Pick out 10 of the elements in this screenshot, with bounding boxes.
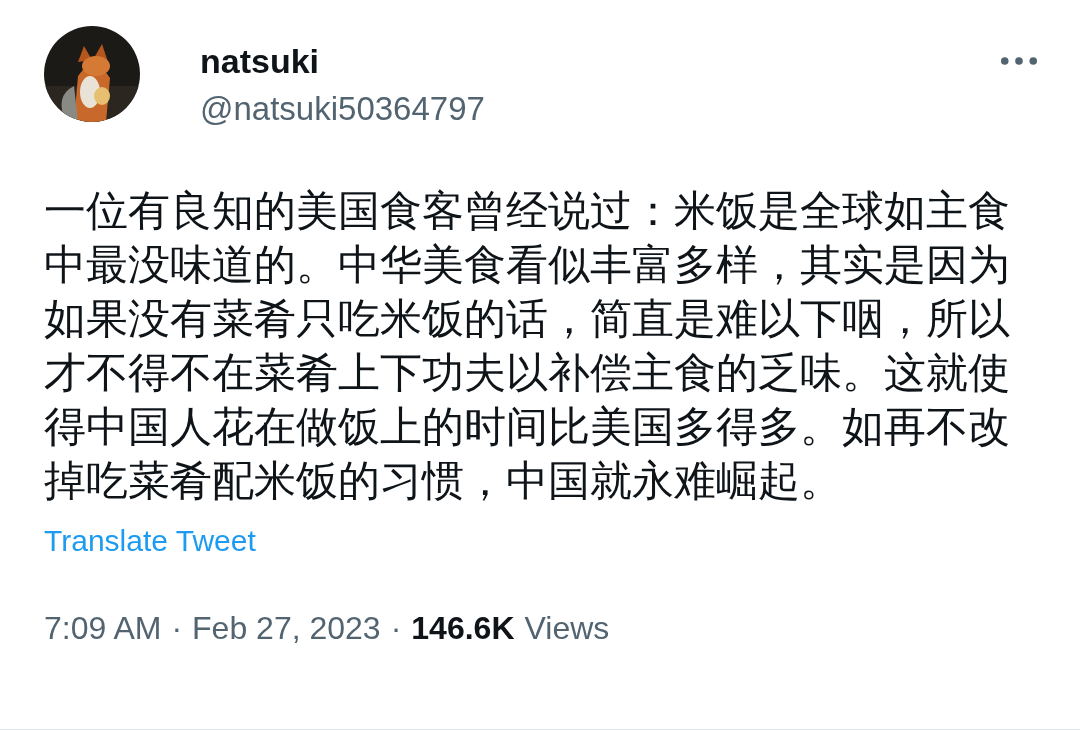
views-label: Views [524, 610, 610, 647]
separator-dot: · [390, 610, 402, 647]
tweet-time: 7:09 AM [44, 610, 162, 647]
user-handle[interactable]: @natsuki50364797 [200, 86, 485, 132]
view-count: 146.6K [411, 610, 515, 647]
separator-dot: · [171, 610, 183, 647]
more-icon[interactable] [1000, 56, 1038, 66]
user-name[interactable]: natsuki [200, 40, 485, 82]
tweet-date: Feb 27, 2023 [192, 610, 381, 647]
tweet-text: 一位有良知的美国食客曾经说过：米饭是全球如主食中最没味道的。中华美食看似丰富多样，其实是因为如果没有菜肴只吃米饭的话，简直是难以下咽，所以才不得不在菜肴上下功夫以补偿主食的乏味。这就使得中国人花在做饭上的时间比美国多得多。如再不改掉吃菜肴配米饭的习惯，中国就永难崛起。 [44, 186, 1011, 506]
